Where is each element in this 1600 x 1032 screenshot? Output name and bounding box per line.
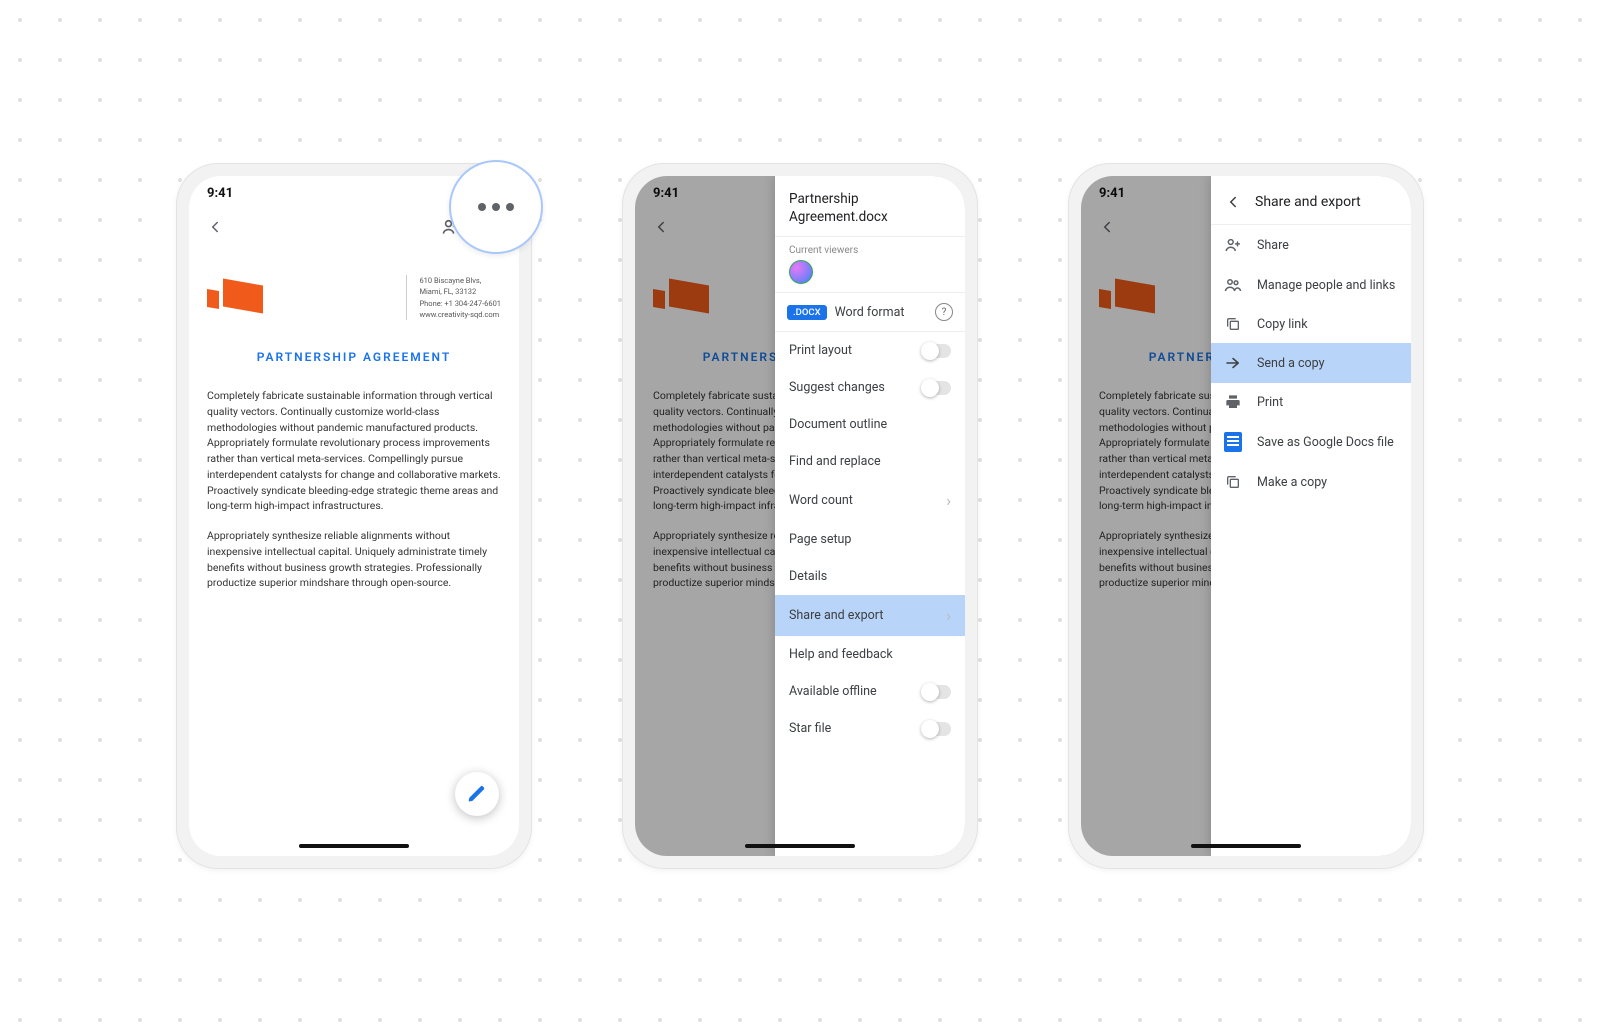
docx-badge: .DOCX	[787, 305, 827, 320]
viewers-label: Current viewers	[789, 245, 951, 256]
toggle-print-layout[interactable]	[923, 344, 951, 358]
menu-save-as-docs[interactable]: Save as Google Docs file	[1211, 421, 1411, 463]
sheet-back-button[interactable]	[1221, 190, 1245, 214]
copy-icon	[1223, 474, 1243, 490]
company-logo	[207, 278, 267, 318]
people-icon	[1223, 276, 1243, 294]
format-label: Word format	[835, 305, 905, 320]
more-icon	[478, 203, 514, 211]
toggle-offline[interactable]	[923, 685, 951, 699]
viewer-avatar[interactable]	[789, 260, 813, 284]
current-viewers-section: Current viewers	[775, 237, 965, 293]
more-menu-sheet: Partnership Agreement.docx Current viewe…	[775, 176, 965, 856]
paragraph: Completely fabricate sustainable informa…	[207, 388, 501, 514]
toggle-suggest[interactable]	[923, 381, 951, 395]
phone-frame-step1: 9:41	[176, 163, 532, 869]
copy-icon	[1223, 316, 1243, 332]
menu-make-copy[interactable]: Make a copy	[1211, 463, 1411, 501]
back-button[interactable]	[203, 215, 227, 239]
sheet-title: Share and export	[1255, 194, 1361, 210]
menu-share-export[interactable]: Share and export›	[775, 595, 965, 636]
menu-page-setup[interactable]: Page setup	[775, 521, 965, 558]
status-time: 9:41	[207, 186, 233, 201]
chevron-right-icon: ›	[946, 606, 951, 625]
toggle-star[interactable]	[923, 722, 951, 736]
menu-available-offline[interactable]: Available offline	[775, 673, 965, 710]
menu-word-count[interactable]: Word count›	[775, 480, 965, 521]
menu-details[interactable]: Details	[775, 558, 965, 595]
menu-print-layout[interactable]: Print layout	[775, 332, 965, 369]
phone-frame-step3: 9:41 610 Biscayne Blvs,Miami, FL, 33132P…	[1068, 163, 1424, 869]
menu-find-replace[interactable]: Find and replace	[775, 443, 965, 480]
print-icon	[1223, 394, 1243, 410]
menu-help-feedback[interactable]: Help and feedback	[775, 636, 965, 673]
send-icon	[1223, 354, 1243, 372]
menu-star-file[interactable]: Star file	[775, 710, 965, 747]
contact-block: 610 Biscayne Blvs, Miami, FL, 33132 Phon…	[406, 275, 501, 320]
help-icon[interactable]: ?	[935, 303, 953, 321]
menu-copy-link[interactable]: Copy link	[1211, 305, 1411, 343]
menu-send-copy[interactable]: Send a copy	[1211, 343, 1411, 383]
home-indicator	[1191, 844, 1301, 848]
menu-suggest-changes[interactable]: Suggest changes	[775, 369, 965, 406]
paragraph: Appropriately synthesize reliable alignm…	[207, 528, 501, 591]
person-add-icon	[1223, 236, 1243, 254]
phone-frame-step2: 9:41 610 Biscayne Blvs,Miami, FL, 33132P…	[622, 163, 978, 869]
share-export-sheet: Share and export Share Manage people and…	[1211, 176, 1411, 856]
home-indicator	[299, 844, 409, 848]
docs-file-icon	[1223, 432, 1243, 452]
format-row[interactable]: .DOCX Word format ?	[775, 293, 965, 332]
document-title: PARTNERSHIP AGREEMENT	[207, 348, 501, 366]
menu-share[interactable]: Share	[1211, 225, 1411, 265]
chevron-right-icon: ›	[946, 491, 951, 510]
sheet-title: Partnership Agreement.docx	[775, 176, 965, 237]
home-indicator	[745, 844, 855, 848]
document-viewport[interactable]: 610 Biscayne Blvs, Miami, FL, 33132 Phon…	[189, 247, 519, 591]
menu-manage-people[interactable]: Manage people and links	[1211, 265, 1411, 305]
menu-document-outline[interactable]: Document outline	[775, 406, 965, 443]
tutorial-highlight-more	[449, 160, 543, 254]
edit-fab[interactable]	[455, 772, 499, 816]
menu-print[interactable]: Print	[1211, 383, 1411, 421]
